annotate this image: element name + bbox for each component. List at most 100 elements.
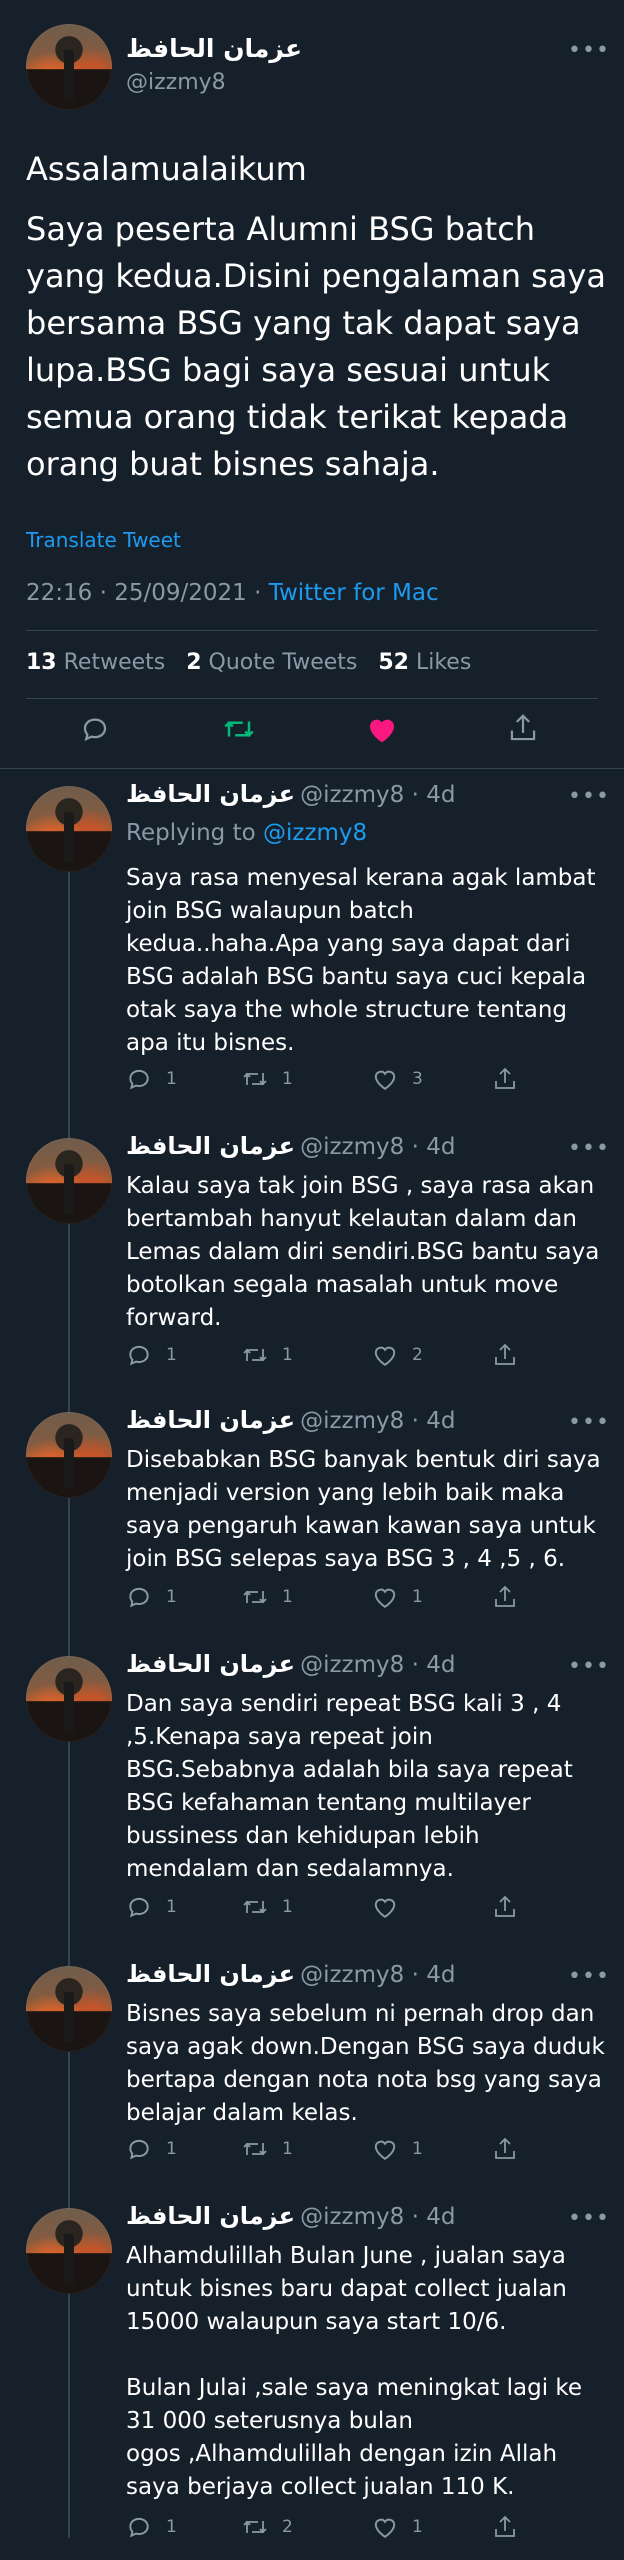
likes-stat[interactable]: 52 Likes bbox=[378, 650, 471, 675]
reply-icon bbox=[129, 1897, 149, 1918]
reply-actions: 1 1 1 bbox=[126, 1584, 546, 1614]
reply-meta[interactable]: @izzmy8 · 4d bbox=[300, 1652, 455, 1678]
reply-text: Disebabkan BSG banyak bentuk diri saya m… bbox=[126, 1447, 601, 1572]
reply-avatar[interactable] bbox=[26, 1656, 112, 1742]
quote-tweets-stat[interactable]: 2 Quote Tweets bbox=[186, 650, 357, 675]
retweet-icon bbox=[243, 2520, 267, 2534]
reply-header: عزمان الحافظ @izzmy8 · 4d bbox=[126, 2202, 455, 2230]
retweets-stat[interactable]: 13 Retweets bbox=[26, 650, 165, 675]
translate-tweet-link[interactable]: Translate Tweet bbox=[26, 528, 181, 552]
reply-author-name[interactable]: عزمان الحافظ bbox=[126, 780, 295, 808]
reply-icon bbox=[129, 1069, 149, 1090]
reply-text: Kalau saya tak join BSG , saya rasa akan… bbox=[126, 1173, 600, 1331]
reply-avatar[interactable] bbox=[26, 786, 112, 872]
reply-header: عزمان الحافظ @izzmy8 · 4d bbox=[126, 1132, 455, 1160]
more-options-icon[interactable]: ••• bbox=[568, 38, 610, 63]
tweet-source-link[interactable]: Twitter for Mac bbox=[269, 580, 439, 606]
reply-count-button[interactable]: 1 bbox=[126, 1066, 177, 1092]
share-button[interactable] bbox=[508, 712, 538, 748]
reply-icon bbox=[129, 2517, 149, 2538]
heart-filled-icon bbox=[370, 719, 394, 743]
reply-actions: 1 1 3 bbox=[126, 1066, 546, 1096]
tweet-stats: 13 Retweets 2 Quote Tweets 52 Likes bbox=[26, 650, 471, 675]
divider bbox=[26, 630, 598, 631]
reply-author-name[interactable]: عزمان الحافظ bbox=[126, 1960, 295, 1988]
reply-avatar[interactable] bbox=[26, 1138, 112, 1224]
reply-tweet[interactable]: عزمان الحافظ @izzmy8 · 4d ••• Disebabkan… bbox=[0, 1406, 624, 1636]
reply-text: Saya rasa menyesal kerana agak lambat jo… bbox=[126, 865, 596, 1056]
reply-text: Alhamdulillah Bulan June , jualan saya u… bbox=[126, 2243, 583, 2500]
like-count-button[interactable]: 2 bbox=[372, 1342, 423, 1368]
reply-count-button[interactable]: 1 bbox=[126, 2514, 177, 2540]
more-options-icon[interactable]: ••• bbox=[568, 1654, 610, 1679]
like-count-button[interactable]: 3 bbox=[372, 1066, 423, 1092]
retweet-icon bbox=[243, 1590, 267, 1604]
retweet-count-button[interactable]: 1 bbox=[242, 1342, 293, 1368]
reply-icon bbox=[83, 718, 107, 741]
reply-tweet[interactable]: عزمان الحافظ @izzmy8 · 4d ••• Alhamdulil… bbox=[0, 2202, 624, 2552]
tweet-timestamp[interactable]: 22:16 · 25/09/2021 · bbox=[26, 580, 269, 606]
retweet-button[interactable] bbox=[222, 714, 256, 748]
reply-author-name[interactable]: عزمان الحافظ bbox=[126, 1406, 295, 1434]
author-avatar[interactable] bbox=[26, 24, 112, 110]
share-button[interactable] bbox=[492, 1342, 518, 1368]
reply-meta[interactable]: @izzmy8 · 4d bbox=[300, 1408, 455, 1434]
reply-count-button[interactable]: 1 bbox=[126, 2136, 177, 2162]
reply-actions: 1 1 bbox=[126, 1894, 546, 1924]
reply-avatar[interactable] bbox=[26, 1966, 112, 2052]
share-button[interactable] bbox=[492, 2514, 518, 2540]
reply-avatar[interactable] bbox=[26, 1412, 112, 1498]
tweet-body: Saya peserta Alumni BSG batch yang kedua… bbox=[26, 210, 606, 483]
share-icon bbox=[495, 1067, 515, 1089]
share-icon bbox=[510, 714, 536, 741]
reply-tweet[interactable]: عزمان الحافظ @izzmy8 · 4d ••• Bisnes say… bbox=[0, 1960, 624, 2190]
more-options-icon[interactable]: ••• bbox=[568, 784, 610, 809]
share-button[interactable] bbox=[492, 2136, 518, 2162]
share-button[interactable] bbox=[492, 1894, 518, 1920]
reply-meta[interactable]: @izzmy8 · 4d bbox=[300, 1134, 455, 1160]
reply-author-name[interactable]: عزمان الحافظ bbox=[126, 1650, 295, 1678]
retweet-count-button[interactable]: 2 bbox=[242, 2514, 293, 2540]
like-count-button[interactable]: 1 bbox=[372, 1584, 423, 1610]
retweet-count-button[interactable]: 1 bbox=[242, 1066, 293, 1092]
reply-tweet[interactable]: عزمان الحافظ @izzmy8 · 4d ••• Replying t… bbox=[0, 780, 624, 1120]
reply-meta[interactable]: @izzmy8 · 4d bbox=[300, 2204, 455, 2230]
reply-count-button[interactable]: 1 bbox=[126, 1342, 177, 1368]
reply-meta[interactable]: @izzmy8 · 4d bbox=[300, 782, 455, 808]
reply-count-button[interactable]: 1 bbox=[126, 1584, 177, 1610]
more-options-icon[interactable]: ••• bbox=[568, 1136, 610, 1161]
author-handle[interactable]: @izzmy8 bbox=[126, 70, 226, 95]
reply-button[interactable] bbox=[80, 714, 110, 748]
like-count-button[interactable]: 1 bbox=[372, 2514, 423, 2540]
retweet-icon bbox=[243, 2142, 267, 2156]
share-button[interactable] bbox=[492, 1584, 518, 1610]
reply-header: عزمان الحافظ @izzmy8 · 4d bbox=[126, 1960, 455, 1988]
replying-to-handle[interactable]: @izzmy8 bbox=[263, 820, 367, 846]
like-count-button[interactable] bbox=[372, 1894, 412, 1920]
retweet-count-button[interactable]: 1 bbox=[242, 2136, 293, 2162]
heart-outline-icon bbox=[374, 2140, 396, 2160]
share-icon bbox=[495, 2137, 515, 2159]
retweet-count-button[interactable]: 1 bbox=[242, 1584, 293, 1610]
share-button[interactable] bbox=[492, 1066, 518, 1092]
reply-icon bbox=[129, 1345, 149, 1366]
reply-tweet[interactable]: عزمان الحافظ @izzmy8 · 4d ••• Dan saya s… bbox=[0, 1650, 624, 1950]
like-count-button[interactable]: 1 bbox=[372, 2136, 423, 2162]
author-name[interactable]: عزمان الحافظ bbox=[126, 34, 302, 63]
tweet-timestamp-line: 22:16 · 25/09/2021 · Twitter for Mac bbox=[26, 580, 439, 606]
reply-tweet[interactable]: عزمان الحافظ @izzmy8 · 4d ••• Kalau saya… bbox=[0, 1132, 624, 1392]
replying-to: Replying to @izzmy8 bbox=[126, 820, 368, 846]
reply-author-name[interactable]: عزمان الحافظ bbox=[126, 2202, 295, 2230]
retweet-count-button[interactable]: 1 bbox=[242, 1894, 293, 1920]
more-options-icon[interactable]: ••• bbox=[568, 1410, 610, 1435]
reply-actions: 1 1 1 bbox=[126, 2136, 546, 2166]
heart-outline-icon bbox=[374, 1588, 396, 1608]
reply-avatar[interactable] bbox=[26, 2208, 112, 2294]
like-button[interactable] bbox=[366, 714, 398, 748]
reply-count-button[interactable]: 1 bbox=[126, 1894, 177, 1920]
more-options-icon[interactable]: ••• bbox=[568, 1964, 610, 1989]
reply-meta[interactable]: @izzmy8 · 4d bbox=[300, 1962, 455, 1988]
reply-author-name[interactable]: عزمان الحافظ bbox=[126, 1132, 295, 1160]
retweet-icon bbox=[224, 720, 254, 738]
more-options-icon[interactable]: ••• bbox=[568, 2206, 610, 2231]
